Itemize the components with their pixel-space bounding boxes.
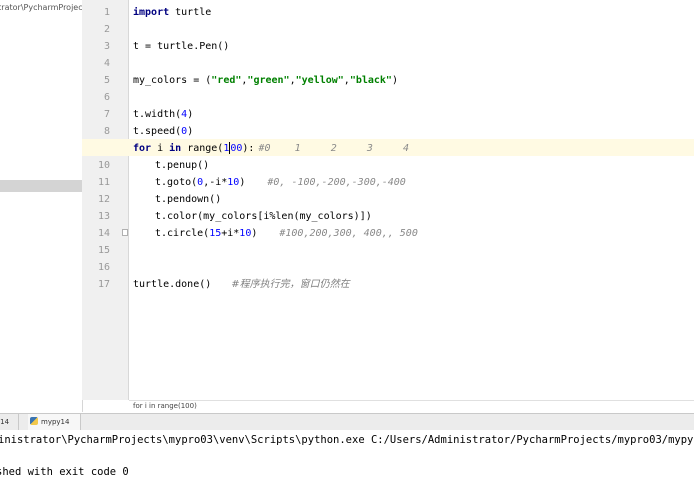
- code-text: +i*: [221, 228, 240, 239]
- code-text: ): [391, 75, 398, 86]
- code-line-1[interactable]: import turtle: [133, 4, 211, 21]
- keyword: import: [133, 7, 170, 18]
- string-literal: "black": [349, 75, 392, 86]
- line-number: 1: [103, 7, 110, 18]
- code-line-12[interactable]: t.pendown(): [155, 191, 221, 208]
- code-line-11[interactable]: t.goto(0,-i*10) #0, -100,-200,-300,-400: [155, 174, 406, 191]
- code-text: turtle: [169, 7, 212, 18]
- line-number: 2: [103, 24, 110, 35]
- line-number: 16: [97, 262, 110, 273]
- code-text: ): [251, 228, 258, 239]
- code-text: ): [239, 177, 246, 188]
- line-number: 17: [97, 279, 110, 290]
- line-number: 13: [97, 211, 110, 222]
- line-number: 8: [103, 126, 110, 137]
- line-number: 7: [103, 109, 110, 120]
- string-literal: "red": [211, 75, 242, 86]
- code-line-8[interactable]: t.speed(0): [133, 123, 193, 140]
- code-text: turtle.done(): [133, 279, 212, 290]
- code-text: t.width(: [133, 109, 182, 120]
- code-line-14[interactable]: t.circle(15+i*10) #100,200,300, 400,, 500: [155, 225, 418, 242]
- line-number: 6: [103, 92, 110, 103]
- comment: #0 1 2 3 4: [258, 143, 409, 154]
- line-number: 5: [103, 75, 110, 86]
- console-command-line: inistrator\PycharmProjects\mypro03\venv\…: [0, 434, 694, 446]
- code-text: t = turtle.Pen(): [133, 41, 230, 52]
- console-exit-message: shed with exit code 0: [0, 466, 129, 478]
- comment: #100,200,300, 400,, 500: [279, 228, 418, 239]
- line-number-gutter: 1 2 3 4 5 6 7 8 9 10 11 12 13 14 15 16 1…: [82, 0, 129, 400]
- code-text: t.speed(: [133, 126, 182, 137]
- line-number: 10: [97, 160, 110, 171]
- code-line-10[interactable]: t.penup(): [155, 157, 209, 174]
- python-file-icon: [30, 417, 38, 425]
- string-literal: "green": [247, 75, 290, 86]
- line-number: 12: [97, 194, 110, 205]
- line-number: 14: [97, 228, 110, 239]
- line-number: 4: [103, 58, 110, 69]
- run-tool-tabs: y14 mypy14: [0, 413, 694, 431]
- fold-marker-icon[interactable]: [122, 229, 128, 236]
- number-literal: 10: [227, 177, 240, 188]
- code-text: t.circle(: [155, 228, 210, 239]
- code-line-9[interactable]: for i in range(100): #0 1 2 3 4: [133, 140, 409, 157]
- code-text: ):: [242, 143, 255, 154]
- code-line-5[interactable]: my_colors = ("red","green","yellow","bla…: [133, 72, 398, 89]
- breadcrumb[interactable]: for i in range(100): [133, 402, 197, 410]
- keyword: in: [169, 143, 182, 154]
- code-text: ): [187, 109, 194, 120]
- number-literal: 00: [230, 143, 243, 154]
- line-number: 11: [97, 177, 110, 188]
- tab-run-mypy14[interactable]: mypy14: [28, 414, 81, 430]
- code-text: ): [187, 126, 194, 137]
- code-text: my_colors = (: [133, 75, 212, 86]
- line-number: 15: [97, 245, 110, 256]
- code-editor[interactable]: import turtle t = turtle.Pen() my_colors…: [82, 0, 694, 400]
- code-text: ,-i*: [203, 177, 228, 188]
- code-text: t.goto(: [155, 177, 198, 188]
- line-number: 3: [103, 41, 110, 52]
- keyword: for: [133, 143, 152, 154]
- code-line-13[interactable]: t.color(my_colors[i%len(my_colors)]): [155, 208, 372, 225]
- project-panel: strator\PycharmProjects\m: [0, 0, 83, 412]
- code-text: t.pendown(): [155, 194, 222, 205]
- code-text: t.penup(): [155, 160, 210, 171]
- comment: #0, -100,-200,-300,-400: [267, 177, 406, 188]
- number-literal: 10: [239, 228, 252, 239]
- project-path[interactable]: strator\PycharmProjects\m: [0, 0, 82, 16]
- code-text: t.color(my_colors[i%len(my_colors)]): [155, 211, 372, 222]
- code-line-17[interactable]: turtle.done() #程序执行完，窗口仍然在: [133, 276, 350, 293]
- code-text: range(: [181, 143, 224, 154]
- tab-label: mypy14: [41, 418, 70, 426]
- comment: #程序执行完，窗口仍然在: [231, 279, 350, 290]
- project-selected-row[interactable]: [0, 180, 82, 192]
- run-console[interactable]: inistrator\PycharmProjects\mypro03\venv\…: [0, 430, 694, 478]
- tab-label: y14: [0, 418, 10, 426]
- code-text: i: [151, 143, 170, 154]
- code-line-3[interactable]: t = turtle.Pen(): [133, 38, 229, 55]
- breadcrumb-bar: for i in range(100): [129, 400, 694, 414]
- number-literal: 15: [209, 228, 222, 239]
- tab-run-mypy14-partial[interactable]: y14: [0, 414, 19, 430]
- string-literal: "yellow": [295, 75, 344, 86]
- code-line-7[interactable]: t.width(4): [133, 106, 193, 123]
